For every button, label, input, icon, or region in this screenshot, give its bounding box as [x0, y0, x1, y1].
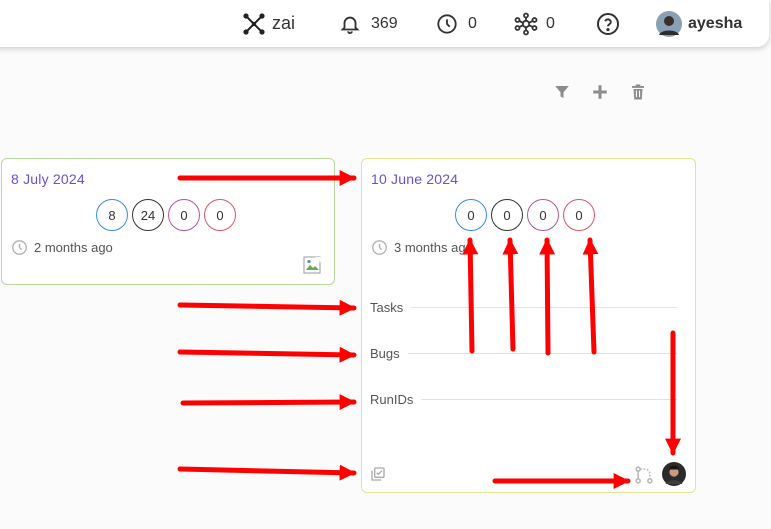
- delete-button[interactable]: [628, 82, 648, 102]
- workspace-graph-icon: [242, 12, 266, 36]
- tasks-section[interactable]: Tasks: [370, 300, 677, 315]
- board-toolbar: [552, 82, 648, 102]
- time-ago-text: 3 months ago: [394, 240, 473, 255]
- count-badges: 8 24 0 0: [96, 199, 236, 231]
- filter-icon: [553, 83, 571, 101]
- network-hub-icon: [514, 12, 538, 36]
- plus-icon: [591, 83, 609, 101]
- add-button[interactable]: [590, 82, 610, 102]
- user-name: ayesha: [688, 14, 743, 32]
- trash-icon: [629, 83, 647, 101]
- checklist-copy-icon: [370, 466, 386, 482]
- arrow-to-checklist: [177, 464, 357, 481]
- count-badge-purple[interactable]: 0: [527, 199, 559, 231]
- time-ago: 3 months ago: [371, 239, 473, 256]
- release-card[interactable]: 10 June 2024 0 0 0 0 3 months ago Tasks …: [361, 158, 696, 493]
- arrow-to-tasks: [177, 299, 357, 316]
- clock-icon: [371, 239, 388, 256]
- section-divider: [407, 353, 677, 354]
- bell-icon: [339, 13, 361, 35]
- arrow-to-runids: [180, 394, 357, 411]
- network-count: 0: [546, 14, 555, 32]
- count-badge-dark[interactable]: 0: [491, 199, 523, 231]
- runids-label: RunIDs: [370, 392, 414, 407]
- user-menu[interactable]: ayesha: [656, 0, 742, 47]
- card-date[interactable]: 8 July 2024: [11, 171, 85, 187]
- timer-count: 0: [468, 14, 477, 32]
- count-badge-blue[interactable]: 0: [455, 199, 487, 231]
- broken-image-icon: [303, 256, 323, 276]
- time-ago-text: 2 months ago: [34, 240, 113, 255]
- section-divider: [411, 307, 677, 308]
- clock-icon: [11, 239, 28, 256]
- count-badge-dark[interactable]: 24: [132, 199, 164, 231]
- workspace-switcher[interactable]: zai: [242, 0, 295, 47]
- count-badge-purple[interactable]: 0: [168, 199, 200, 231]
- release-card[interactable]: 8 July 2024 8 24 0 0 2 months ago: [1, 158, 335, 285]
- runids-section[interactable]: RunIDs: [370, 392, 677, 407]
- section-divider: [421, 399, 677, 400]
- count-badges: 0 0 0 0: [455, 199, 595, 231]
- arrow-to-bugs: [177, 346, 357, 363]
- network-button[interactable]: 0: [514, 0, 555, 47]
- workflow-button[interactable]: [634, 465, 654, 485]
- bugs-section[interactable]: Bugs: [370, 346, 677, 361]
- clock-icon: [436, 13, 458, 35]
- count-badge-red[interactable]: 0: [204, 199, 236, 231]
- workflow-connect-icon: [634, 465, 654, 485]
- filter-button[interactable]: [552, 82, 572, 102]
- assignee-avatar[interactable]: [662, 462, 686, 486]
- count-badge-blue[interactable]: 8: [96, 199, 128, 231]
- user-avatar: [656, 10, 682, 37]
- time-ago: 2 months ago: [11, 239, 113, 256]
- notifications-button[interactable]: 369: [339, 0, 398, 47]
- bugs-label: Bugs: [370, 346, 400, 361]
- tasks-label: Tasks: [370, 300, 404, 315]
- help-question-icon: [596, 12, 620, 36]
- count-badge-red[interactable]: 0: [563, 199, 595, 231]
- timer-button[interactable]: 0: [436, 0, 477, 47]
- workspace-name: zai: [272, 13, 296, 33]
- card-date[interactable]: 10 June 2024: [371, 171, 458, 187]
- help-button[interactable]: [596, 0, 620, 47]
- checklist-button[interactable]: [370, 466, 386, 482]
- notifications-count: 369: [371, 14, 398, 32]
- top-navigation-bar: zai 369 0 0 ayesha: [0, 0, 769, 47]
